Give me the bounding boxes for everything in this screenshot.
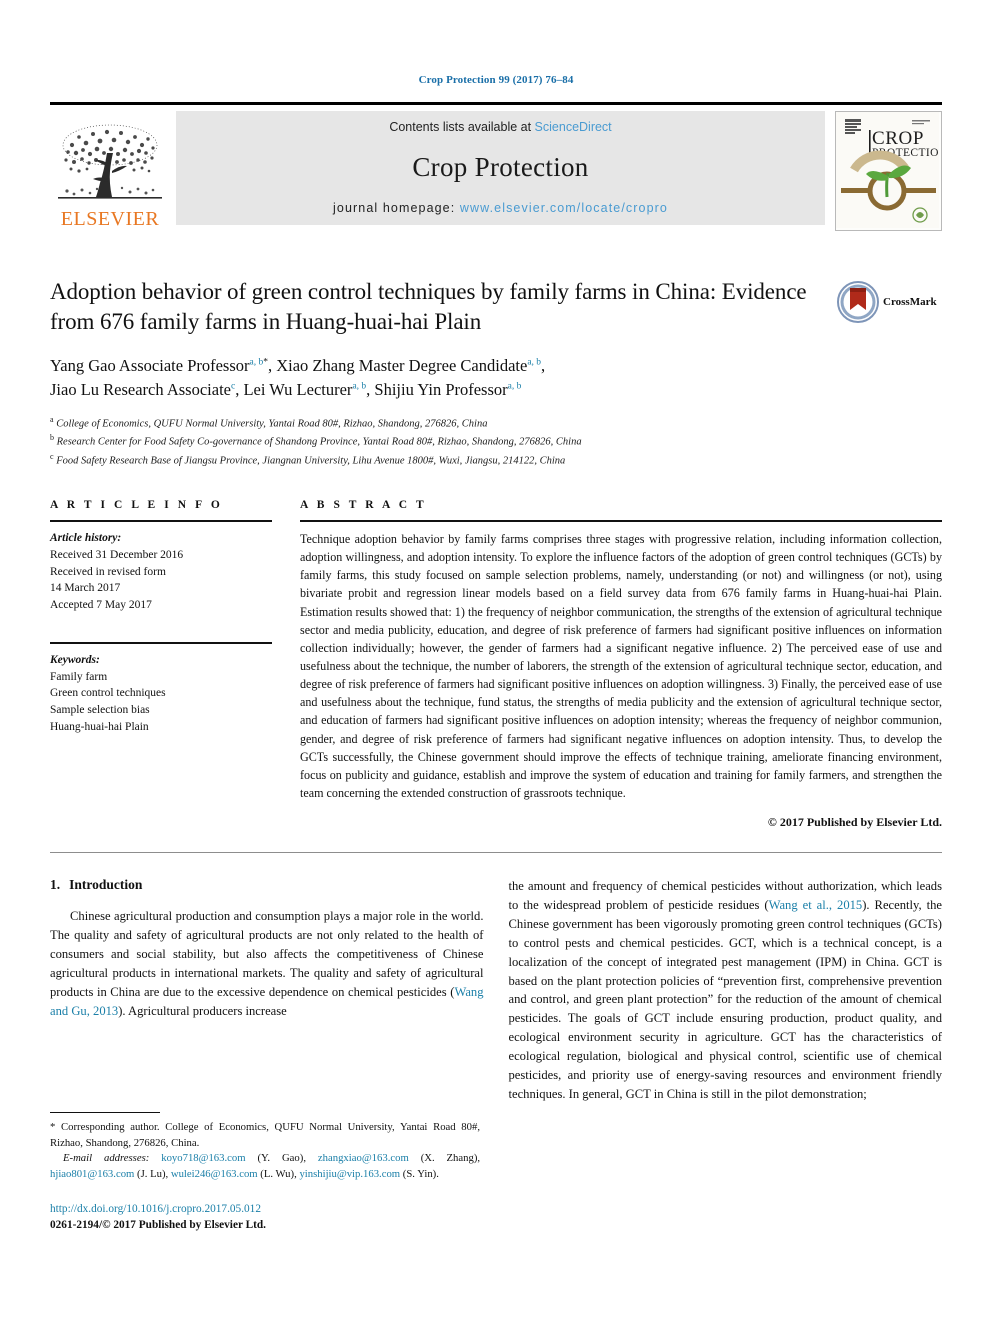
svg-text:CROP: CROP — [872, 128, 924, 149]
doi-link[interactable]: http://dx.doi.org/10.1016/j.cropro.2017.… — [50, 1201, 480, 1217]
article-history-item: Received 31 December 2016 — [50, 548, 184, 561]
affiliation-text: Research Center for Food Safety Co-gover… — [56, 436, 582, 448]
email-link[interactable]: wulei246@163.com — [171, 1168, 258, 1180]
body-columns: 1. Introduction Chinese agricultural prod… — [50, 877, 942, 1104]
contents-prefix: Contents lists available at — [389, 120, 535, 134]
article-history-item: Accepted 7 May 2017 — [50, 599, 152, 612]
affiliation-row: c Food Safety Research Base of Jiangsu P… — [50, 451, 942, 469]
body-column-left: 1. Introduction Chinese agricultural prod… — [50, 877, 484, 1104]
abstract-column: A B S T R A C T Technique adoption behav… — [300, 499, 942, 830]
journal-title: Crop Protection — [412, 152, 589, 182]
citation-wang-et-al-2015[interactable]: Wang et al., 2015 — [769, 898, 863, 912]
abstract-rule — [300, 519, 942, 522]
author-5-affil-marks: a, b — [507, 381, 522, 392]
abstract-text: Technique adoption behavior by family fa… — [300, 531, 942, 800]
affiliation-list: a College of Economics, QUFU Normal Univ… — [50, 414, 942, 469]
author-4: , Lei Wu Lecturer — [235, 380, 353, 400]
author-list: Yang Gao Associate Professora, b*, Xiao … — [50, 354, 850, 404]
journal-cover-thumbnail: CROP PROTECTION — [835, 111, 942, 231]
keywords-list: Keywords: Family farm Green control tech… — [50, 652, 272, 736]
author-1-affil-marks: a, b — [249, 357, 264, 368]
body-column-right: the amount and frequency of chemical pes… — [509, 877, 943, 1104]
article-info-heading: A R T I C L E I N F O — [50, 498, 223, 511]
crossmark-icon — [837, 281, 879, 323]
abstract-heading: A B S T R A C T — [300, 498, 427, 511]
title-area: Adoption behavior of green control techn… — [50, 277, 942, 469]
journal-band: Contents lists available at ScienceDirec… — [176, 111, 825, 225]
issn-copyright-line: 0261-2194/© 2017 Published by Elsevier L… — [50, 1218, 266, 1231]
email-owner: (S. Yin). — [402, 1168, 439, 1181]
intro-right-tail: ). Recently, the Chinese government has … — [508, 897, 943, 1101]
running-head: Crop Protection 99 (2017) 76–84 — [418, 74, 574, 86]
elsevier-logo: ELSEVIER — [50, 111, 170, 229]
crossmark-label: CrossMark — [883, 296, 937, 308]
journal-masthead: ELSEVIER Contents lists available at Sci… — [50, 102, 942, 231]
affiliation-text: Food Safety Research Base of Jiangsu Pro… — [56, 455, 566, 467]
email-link[interactable]: hjiao801@163.com — [50, 1168, 134, 1180]
keyword-item: Family farm — [50, 670, 108, 683]
intro-paragraph-right: the amount and frequency of chemical pes… — [509, 877, 943, 1104]
affiliation-mark: c — [50, 451, 54, 461]
homepage-link[interactable]: www.elsevier.com/locate/cropro — [460, 201, 668, 215]
author-2: , Xiao Zhang Master Degree Candidate — [267, 355, 528, 375]
intro-left-text: Chinese agricultural production and cons… — [50, 909, 484, 999]
affiliation-mark: a — [50, 415, 54, 425]
sciencedirect-link[interactable]: ScienceDirect — [535, 120, 612, 134]
email-owner: (Y. Gao), — [257, 1152, 306, 1165]
cover-art-icon: CROP PROTECTION — [836, 112, 941, 228]
corresponding-author-note: * Corresponding author. College of Econo… — [50, 1121, 480, 1149]
keyword-item: Green control techniques — [50, 687, 166, 700]
abstract-bottom-rule — [50, 852, 942, 854]
email-owner: (L. Wu), — [260, 1168, 297, 1181]
info-abstract-section: A R T I C L E I N F O Article history: R… — [50, 499, 942, 830]
affiliation-row: b Research Center for Food Safety Co-gov… — [50, 432, 942, 450]
page-title: Adoption behavior of green control techn… — [50, 279, 807, 335]
author-5: , Shijiu Yin Professor — [366, 380, 508, 400]
affiliation-text: College of Economics, QUFU Normal Univer… — [56, 418, 488, 430]
intro-left-tail: ). Agricultural producers increase — [118, 1003, 287, 1018]
elsevier-tree-icon — [58, 124, 162, 199]
section-title: Introduction — [69, 877, 143, 893]
footnote-rule — [50, 1112, 160, 1113]
email-label: E-mail addresses: — [63, 1152, 150, 1165]
article-history-item: 14 March 2017 — [50, 582, 121, 595]
email-link[interactable]: yinshijiu@vip.163.com — [299, 1168, 400, 1180]
paper-page: Crop Protection 99 (2017) 76–84 ELSEVIER… — [0, 0, 992, 1323]
email-owner: (J. Lu), — [137, 1168, 169, 1181]
section-heading-introduction: 1. Introduction — [50, 877, 484, 893]
contents-line: Contents lists available at ScienceDirec… — [389, 120, 611, 134]
article-info-column: A R T I C L E I N F O Article history: R… — [50, 499, 300, 736]
homepage-line: journal homepage: www.elsevier.com/locat… — [333, 201, 668, 215]
affiliation-row: a College of Economics, QUFU Normal Univ… — [50, 414, 942, 432]
email-addresses-note: E-mail addresses: koyo718@163.com (Y. Ga… — [50, 1151, 480, 1182]
keyword-item: Huang-huai-hai Plain — [50, 721, 149, 733]
article-history-item: Received in revised form — [50, 565, 166, 578]
email-link[interactable]: zhangxiao@163.com — [318, 1152, 409, 1164]
author-1: Yang Gao Associate Professor — [50, 355, 250, 375]
article-info-rule — [50, 519, 272, 522]
email-owner: (X. Zhang), — [420, 1152, 481, 1165]
footnote-block: * Corresponding author. College of Econo… — [50, 1112, 480, 1233]
intro-paragraph-left: Chinese agricultural production and cons… — [50, 907, 484, 1020]
author-2-tail: , — [541, 355, 546, 375]
author-4-affil-marks: a, b — [352, 381, 367, 392]
affiliation-mark: b — [50, 433, 54, 443]
keywords-label: Keywords: — [50, 653, 100, 666]
homepage-prefix: journal homepage: — [333, 201, 460, 215]
abstract-copyright: © 2017 Published by Elsevier Ltd. — [767, 815, 942, 830]
author-2-affil-marks: a, b — [527, 357, 542, 368]
doi-block: http://dx.doi.org/10.1016/j.cropro.2017.… — [50, 1201, 480, 1233]
keyword-item: Sample selection bias — [50, 704, 150, 717]
section-number: 1. — [50, 877, 61, 893]
author-3: Jiao Lu Research Associate — [50, 380, 231, 400]
article-history: Article history: Received 31 December 20… — [50, 530, 272, 614]
article-history-label: Article history: — [50, 531, 122, 544]
elsevier-wordmark: ELSEVIER — [60, 208, 160, 230]
crossmark-badge[interactable]: CrossMark — [837, 279, 942, 325]
keywords-rule — [50, 641, 272, 644]
email-link[interactable]: koyo718@163.com — [161, 1152, 245, 1164]
